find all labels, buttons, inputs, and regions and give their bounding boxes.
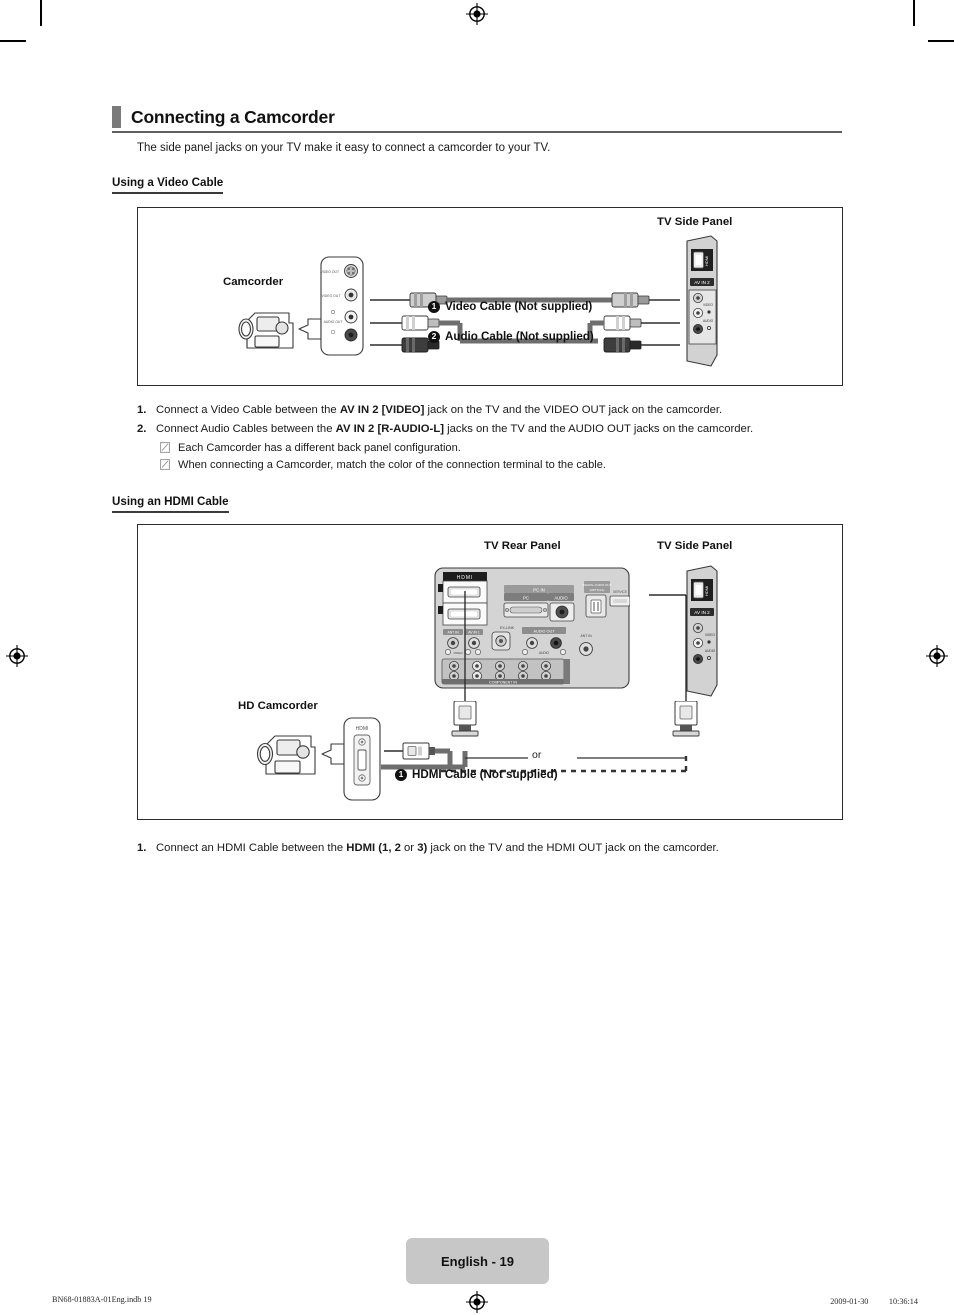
label-video-cable: 1 Video Cable (Not supplied) [428,300,592,313]
svg-text:HDMI: HDMI [457,575,474,581]
note-icon [160,458,178,472]
video-audio-cable-wiring [350,283,710,363]
page-number-tag: English - 19 [406,1238,549,1284]
svg-text:VIDEO: VIDEO [703,303,713,307]
diagram-video-cable: TV Side Panel Camcorder VIDEO OUT VIDEO … [137,207,843,386]
label-camcorder: Camcorder [223,276,284,288]
registration-mark-right [926,645,948,667]
hd-camcorder-jack-panel: HDMI [343,717,381,801]
registration-mark-bottom [466,1291,488,1313]
label-hdmi-cable: 1 HDMI Cable (Not supplied) [395,768,558,781]
crop-mark-top-right-v [913,0,915,26]
label-audio-cable: 2 Audio Cable (Not supplied) [428,330,594,343]
bullet-1: 1 [395,768,407,781]
camcorder-illustration [233,303,299,358]
label-tv-side-panel-hdmi: TV Side Panel [657,540,733,552]
footer-timestamp: 2009-01-30 10:36:14 [830,1297,918,1306]
title-rule [112,131,842,133]
svg-text:AV IN 2: AV IN 2 [694,280,710,285]
step-text: Connect a Video Cable between the AV IN … [156,404,723,416]
step-text: Connect Audio Cables between the AV IN 2… [156,423,754,436]
camcorder-arrow-icon [296,316,322,342]
title-accent-bar [112,106,121,128]
crop-mark-top-left-v [40,0,42,26]
registration-mark-left [6,645,28,667]
step-number: 2. [137,423,147,436]
note-item: Each Camcorder has a different back pane… [160,441,847,455]
step-item: 1. Connect an HDMI Cable between the HDM… [137,841,847,855]
step-item: 2. Connect Audio Cables between the AV I… [137,422,847,436]
video-cable-text: Video Cable (Not supplied) [445,300,593,313]
tv-side-panel-illustration: HDMI AV IN 2 VIDEO AUDIO [679,233,725,373]
intro-paragraph: The side panel jacks on your TV make it … [137,142,551,154]
subheading-video-cable: Using a Video Cable [112,176,224,194]
label-or: or [528,749,546,761]
bullet-1: 1 [428,300,440,313]
step-number: 1. [137,842,147,854]
label-hd-camcorder: HD Camcorder [238,700,318,712]
step-text: Connect an HDMI Cable between the HDMI (… [156,842,719,854]
hd-camcorder-illustration [251,725,321,785]
svg-text:VIDEO OUT: VIDEO OUT [322,294,341,298]
svg-text:HDMI: HDMI [356,726,369,732]
footer-file-name: BN68-01883A-01Eng.indb 19 [52,1295,152,1304]
note-text: Each Camcorder has a different back pane… [178,442,461,455]
steps-video-cable: 1. Connect a Video Cable between the AV … [137,403,847,472]
svg-text:S-VIDEO OUT: S-VIDEO OUT [320,270,339,274]
bullet-2: 2 [428,330,440,343]
note-text: When connecting a Camcorder, match the c… [178,458,606,471]
page-title: Connecting a Camcorder [112,106,842,128]
hdmi-panel-lead-lines [434,583,714,711]
svg-text:HDMI: HDMI [704,256,709,266]
note-item: When connecting a Camcorder, match the c… [160,458,847,472]
diagram-hdmi-cable: TV Rear Panel TV Side Panel HD Camcorder… [137,524,843,820]
step-number: 1. [137,404,147,416]
hd-camcorder-arrow-icon [319,741,345,767]
step-item: 1. Connect a Video Cable between the AV … [137,403,847,417]
hdmi-cable-text: HDMI Cable (Not supplied) [412,768,558,781]
steps-hdmi-cable: 1. Connect an HDMI Cable between the HDM… [137,841,847,860]
svg-text:AUDIO OUT: AUDIO OUT [324,320,343,324]
audio-cable-text: Audio Cable (Not supplied) [445,330,594,343]
title-text: Connecting a Camcorder [131,106,335,127]
crop-mark-top-right-h [928,40,954,42]
crop-mark-top-left-h [0,40,26,42]
label-tv-side-panel: TV Side Panel [657,216,733,228]
registration-mark-top [466,3,488,25]
label-tv-rear-panel: TV Rear Panel [484,540,561,552]
svg-text:AUDIO: AUDIO [703,319,714,323]
note-icon [160,441,178,455]
subheading-hdmi-cable: Using an HDMI Cable [112,495,229,513]
manual-page: Connecting a Camcorder The side panel ja… [0,0,954,1315]
